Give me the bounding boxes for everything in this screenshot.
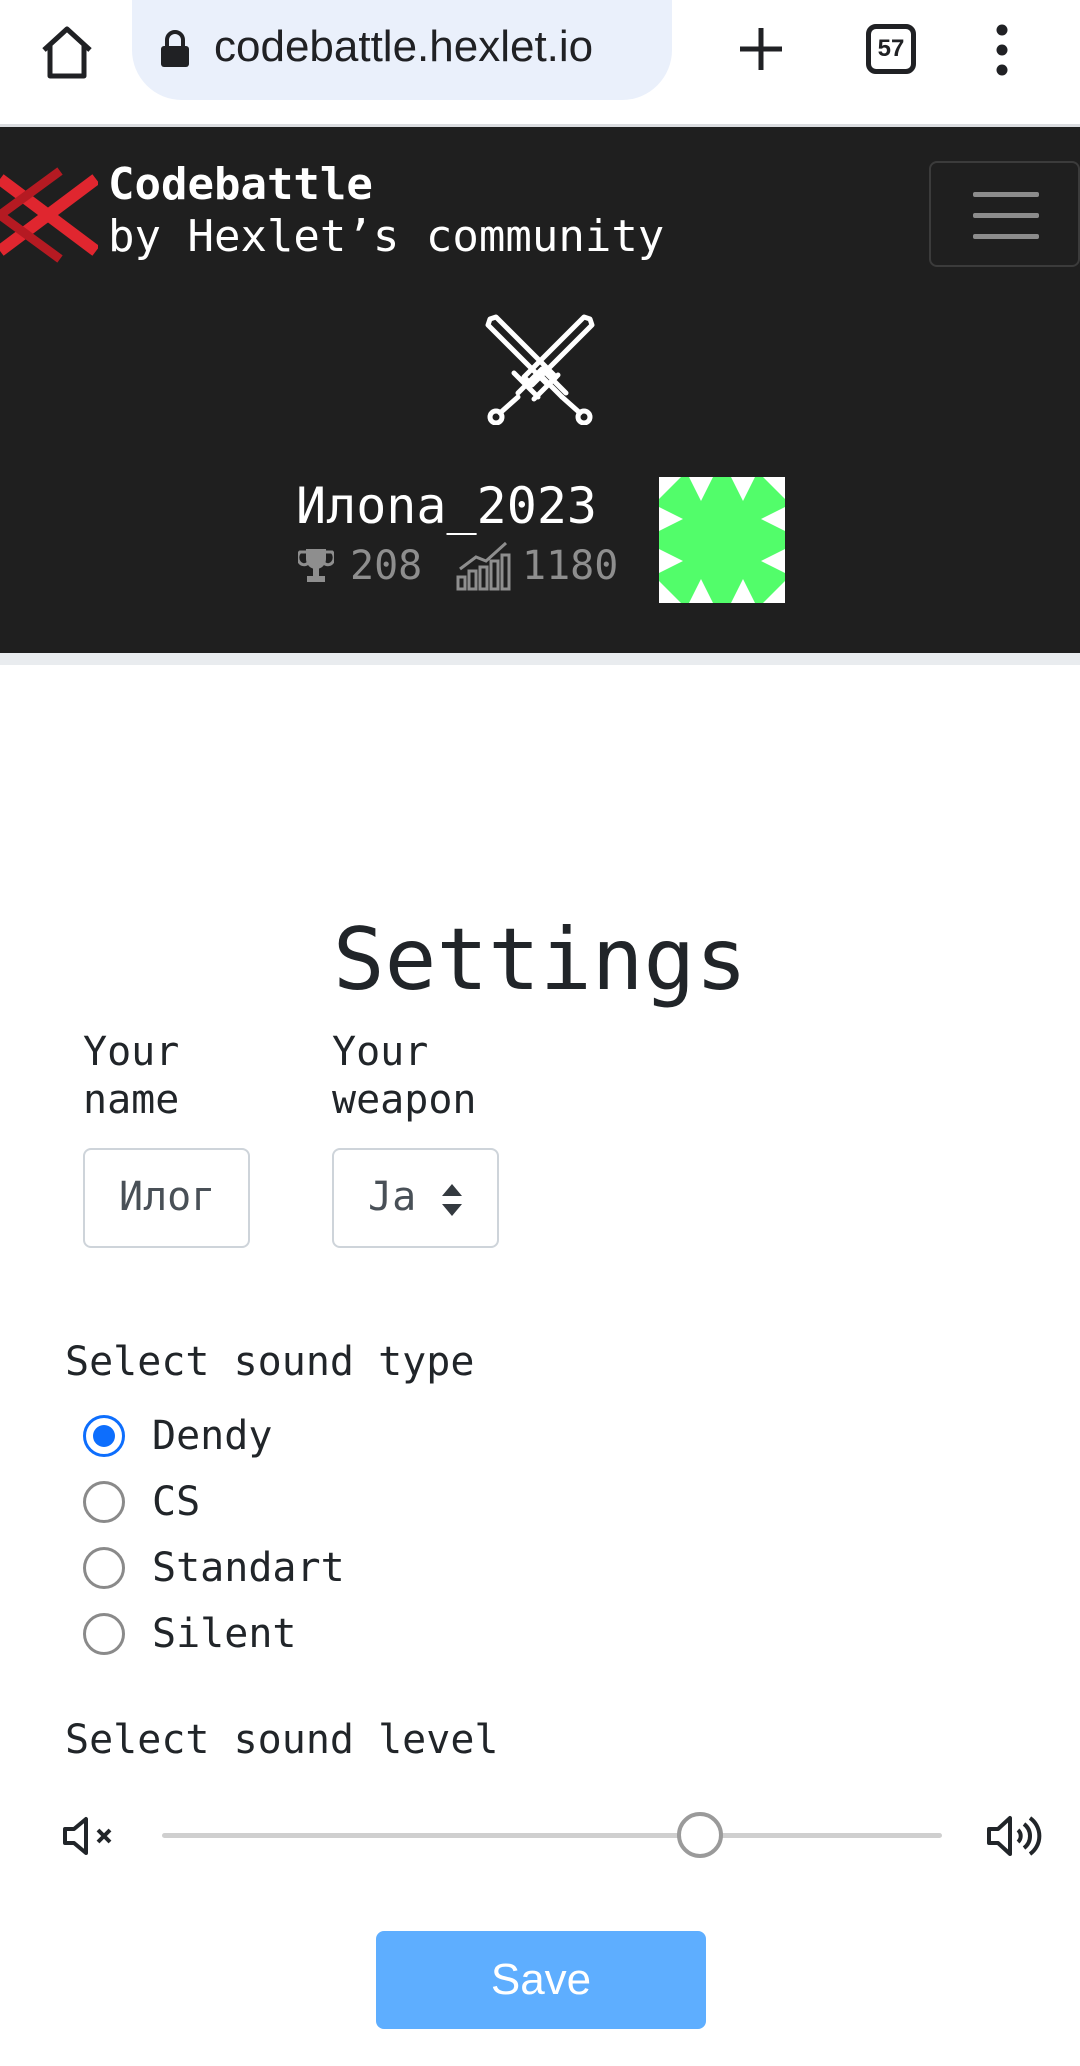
- slider-thumb[interactable]: [677, 1812, 724, 1858]
- weapon-select-value: Ja: [368, 1174, 417, 1220]
- home-icon[interactable]: [36, 22, 98, 84]
- weapon-select[interactable]: Ja: [332, 1148, 499, 1248]
- sound-level-label: Select sound level: [65, 1717, 499, 1763]
- rank-value: 208: [350, 543, 423, 589]
- rating-chart-icon: [456, 541, 511, 591]
- radio-button[interactable]: [83, 1547, 125, 1589]
- brand-title[interactable]: Codebattle: [108, 159, 373, 210]
- name-label: Your name: [83, 1029, 180, 1123]
- navbar-divider: [0, 653, 1080, 665]
- page-title: Settings: [332, 910, 748, 1010]
- kebab-menu-icon[interactable]: [990, 22, 1014, 78]
- radio-label[interactable]: CS: [152, 1479, 200, 1525]
- rating-value: 1180: [522, 543, 619, 589]
- plus-icon[interactable]: [736, 24, 786, 74]
- save-button[interactable]: Save: [376, 1931, 706, 2029]
- mute-icon[interactable]: [62, 1816, 120, 1856]
- user-avatar[interactable]: [659, 477, 785, 603]
- weapon-label: Your weapon: [332, 1029, 477, 1123]
- tab-count-button[interactable]: 57: [866, 24, 916, 74]
- sound-type-label: Select sound type: [65, 1339, 475, 1385]
- trophy-icon: [298, 549, 334, 582]
- radio-label[interactable]: Dendy: [152, 1413, 272, 1459]
- slider-track[interactable]: [162, 1833, 942, 1838]
- radio-label[interactable]: Standart: [152, 1545, 345, 1591]
- radio-button[interactable]: [83, 1481, 125, 1523]
- username[interactable]: Илona_2023: [296, 477, 597, 535]
- browser-toolbar: codebattle.hexlet.io 57: [0, 0, 1080, 127]
- name-input[interactable]: Илог: [83, 1148, 250, 1248]
- site-navbar: Codebattle by Hexlet’s community Илona_2…: [0, 127, 1080, 653]
- radio-label[interactable]: Silent: [152, 1611, 297, 1657]
- radio-button[interactable]: [83, 1613, 125, 1655]
- address-bar[interactable]: codebattle.hexlet.io: [132, 0, 672, 100]
- crossed-swords-icon[interactable]: [478, 313, 602, 425]
- sound-level-slider[interactable]: [162, 1800, 942, 1872]
- hamburger-icon[interactable]: [929, 161, 1080, 267]
- codebattle-logo[interactable]: [0, 161, 98, 269]
- url-text: codebattle.hexlet.io: [214, 22, 594, 71]
- brand-subtitle[interactable]: by Hexlet’s community: [108, 211, 664, 262]
- select-arrows-icon: [442, 1184, 462, 1216]
- volume-up-icon[interactable]: [986, 1812, 1042, 1860]
- radio-button[interactable]: [83, 1415, 125, 1457]
- lock-icon: [161, 30, 189, 67]
- name-input-value: Илог: [119, 1174, 216, 1220]
